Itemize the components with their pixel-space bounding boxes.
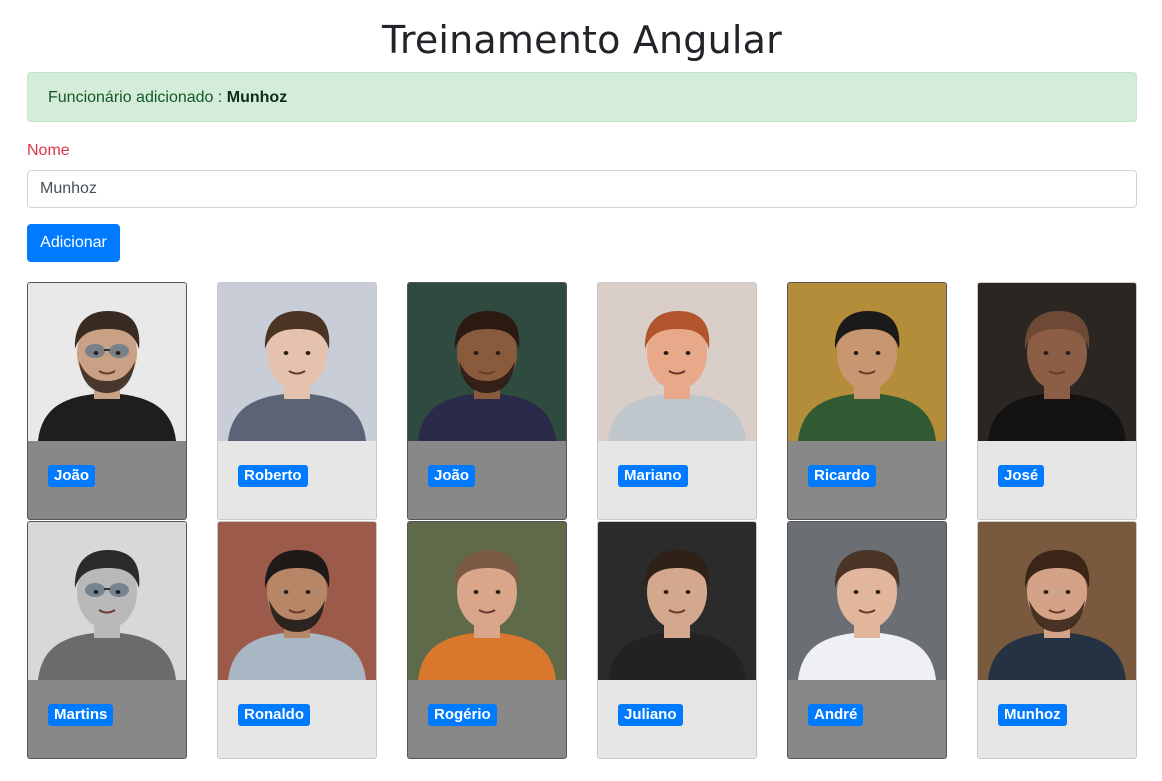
employee-name-badge: Martins xyxy=(48,704,114,726)
employee-name-badge: Juliano xyxy=(618,704,683,726)
eye-right xyxy=(495,351,501,355)
employee-photo xyxy=(598,522,756,680)
glasses-lens-left xyxy=(85,583,105,597)
employee-name-badge: Ronaldo xyxy=(238,704,310,726)
employee-photo xyxy=(788,283,946,441)
glasses-lens-right xyxy=(109,344,129,358)
success-alert: Funcionário adicionado : Munhoz xyxy=(27,72,1137,122)
employee-card: Roberto xyxy=(217,282,377,520)
glasses-lens-left xyxy=(85,344,105,358)
employee-card: Rogério xyxy=(407,521,567,759)
employee-photo xyxy=(28,283,186,441)
employee-card: João xyxy=(407,282,567,520)
alert-text: Funcionário adicionado : xyxy=(48,89,227,106)
employee-card: Mariano xyxy=(597,282,757,520)
employee-photo xyxy=(408,522,566,680)
employee-card: Ricardo xyxy=(787,282,947,520)
employee-name-badge: André xyxy=(808,704,864,726)
eye-right xyxy=(685,590,691,594)
employee-photo xyxy=(218,522,376,680)
glasses-bridge xyxy=(104,349,110,351)
employee-card: Ronaldo xyxy=(217,521,377,759)
employee-photo xyxy=(408,283,566,441)
employee-name-badge: Ricardo xyxy=(808,465,876,487)
employee-name-badge: João xyxy=(428,465,476,487)
employee-card: Juliano xyxy=(597,521,757,759)
alert-employee-name: Munhoz xyxy=(226,89,288,106)
eye-left xyxy=(473,590,479,594)
eye-left xyxy=(473,351,479,355)
page-title: Treinamento Angular xyxy=(382,18,782,62)
eye-left xyxy=(93,351,99,355)
add-button[interactable]: Adicionar xyxy=(27,224,120,262)
employee-name-badge: Rogério xyxy=(428,704,497,726)
name-label: Nome xyxy=(27,142,70,159)
eye-left xyxy=(1043,351,1049,355)
eye-right xyxy=(115,351,121,355)
eye-left xyxy=(663,590,669,594)
eye-right xyxy=(685,351,691,355)
employee-name-badge: João xyxy=(48,465,96,487)
eye-left xyxy=(93,590,99,594)
eye-right xyxy=(305,590,311,594)
employee-name-badge: Mariano xyxy=(618,465,688,487)
eye-right xyxy=(875,351,881,355)
eye-left xyxy=(663,351,669,355)
eye-left xyxy=(283,590,289,594)
eye-left xyxy=(853,590,859,594)
employee-photo xyxy=(218,283,376,441)
eye-right xyxy=(1065,590,1071,594)
name-input[interactable] xyxy=(27,170,1137,208)
employee-photo xyxy=(788,522,946,680)
employee-photo xyxy=(978,522,1136,680)
eye-right xyxy=(1065,351,1071,355)
employee-card: Munhoz xyxy=(977,521,1137,759)
employee-photo xyxy=(598,283,756,441)
employee-card: Martins xyxy=(27,521,187,759)
eye-left xyxy=(853,351,859,355)
eye-right xyxy=(115,590,121,594)
employee-card: André xyxy=(787,521,947,759)
employee-card: João xyxy=(27,282,187,520)
employee-name-badge: Munhoz xyxy=(998,704,1067,726)
eye-right xyxy=(875,590,881,594)
employee-photo xyxy=(28,522,186,680)
employee-photo xyxy=(978,283,1136,441)
eye-left xyxy=(1043,590,1049,594)
employee-card: José xyxy=(977,282,1137,520)
glasses-bridge xyxy=(104,588,110,590)
glasses-lens-right xyxy=(109,583,129,597)
eye-left xyxy=(283,351,289,355)
employee-name-badge: Roberto xyxy=(238,465,308,487)
eye-right xyxy=(495,590,501,594)
eye-right xyxy=(305,351,311,355)
employee-name-badge: José xyxy=(998,465,1045,487)
